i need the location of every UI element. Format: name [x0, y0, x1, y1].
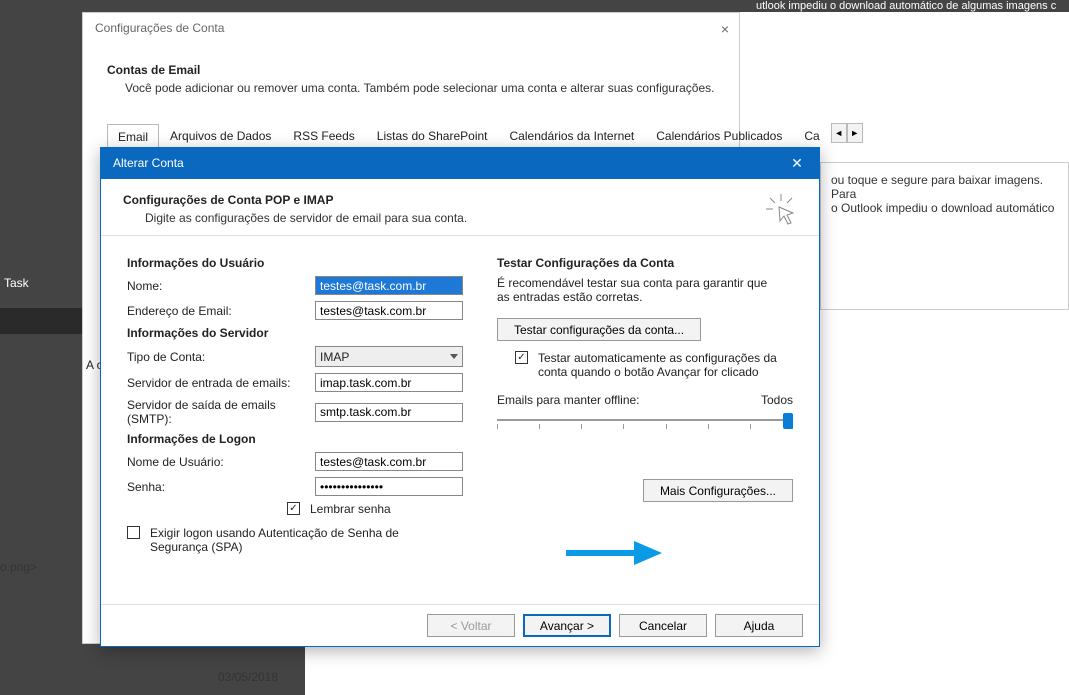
tab-overflow[interactable]: Ca — [793, 123, 830, 149]
tab-internet-cal[interactable]: Calendários da Internet — [499, 123, 646, 149]
account-settings-close-icon[interactable]: × — [721, 21, 729, 37]
left-selection-band — [0, 308, 82, 334]
pop-imap-subtext: Digite as configurações de servidor de e… — [123, 207, 797, 225]
input-incoming-server[interactable] — [315, 373, 463, 392]
section-server-info: Informações do Servidor — [127, 326, 463, 340]
label-incoming-server: Servidor de entrada de emails: — [127, 376, 315, 390]
label-spa: Exigir logon usando Autenticação de Senh… — [150, 526, 450, 554]
offline-label: Emails para manter offline: — [497, 393, 640, 407]
change-account-dialog: Alterar Conta ✕ Configurações de Conta P… — [100, 147, 820, 647]
tab-rss[interactable]: RSS Feeds — [282, 123, 365, 149]
input-username[interactable] — [315, 452, 463, 471]
offline-value: Todos — [761, 393, 793, 407]
select-tipo-conta: IMAP — [315, 346, 463, 367]
more-settings-button[interactable]: Mais Configurações... — [643, 479, 793, 502]
back-button: < Voltar — [427, 614, 515, 637]
date-label: 03/05/2018 — [218, 670, 278, 684]
checkbox-spa[interactable] — [127, 526, 140, 539]
account-tabs: Email Arquivos de Dados RSS Feeds Listas… — [107, 123, 715, 150]
cursor-click-icon — [763, 191, 799, 232]
section-user-info: Informações do Usuário — [127, 256, 463, 270]
download-warning-line1: ou toque e segure para baixar imagens. P… — [831, 173, 1058, 201]
label-nome: Nome: — [127, 279, 315, 293]
input-password[interactable] — [315, 477, 463, 496]
attachment-name: o.png> — [0, 560, 37, 574]
label-auto-test: Testar automaticamente as configurações … — [538, 351, 788, 379]
slider-thumb[interactable] — [783, 413, 793, 429]
download-warning-panel: ou toque e segure para baixar imagens. P… — [820, 162, 1069, 310]
dialog-title-bar: Alterar Conta ✕ — [101, 148, 819, 179]
pop-imap-heading: Configurações de Conta POP e IMAP — [123, 193, 797, 207]
offline-slider[interactable] — [497, 411, 793, 433]
annotation-arrow-icon — [564, 538, 664, 573]
next-button[interactable]: Avançar > — [523, 614, 611, 637]
checkbox-remember-password[interactable] — [287, 502, 300, 515]
input-outgoing-server[interactable] — [315, 403, 463, 422]
label-outgoing-server: Servidor de saída de emails (SMTP): — [127, 398, 315, 426]
label-password: Senha: — [127, 480, 315, 494]
input-endereco[interactable] — [315, 301, 463, 320]
select-tipo-value: IMAP — [320, 350, 349, 364]
left-column: Informações do Usuário Nome: Endereço de… — [127, 254, 463, 556]
section-test: Testar Configurações da Conta — [497, 256, 793, 270]
tab-data-files[interactable]: Arquivos de Dados — [159, 123, 282, 149]
input-nome[interactable] — [315, 276, 463, 295]
tab-sharepoint[interactable]: Listas do SharePoint — [366, 123, 499, 149]
checkbox-auto-test[interactable] — [515, 351, 528, 364]
account-settings-title: Configurações de Conta — [83, 13, 739, 43]
folder-task-label: Task — [4, 276, 29, 290]
help-button[interactable]: Ajuda — [715, 614, 803, 637]
section-logon-info: Informações de Logon — [127, 432, 463, 446]
top-warning-text: utlook impediu o download automático de … — [756, 0, 1056, 12]
accounts-subtext: Você pode adicionar ou remover uma conta… — [107, 77, 715, 95]
dialog-close-icon[interactable]: ✕ — [775, 148, 819, 179]
tab-published-cal[interactable]: Calendários Publicados — [645, 123, 793, 149]
app-dark-bg-left — [0, 0, 82, 695]
label-remember-password: Lembrar senha — [310, 502, 391, 516]
label-username: Nome de Usuário: — [127, 455, 315, 469]
tab-scroll-right-button[interactable]: ► — [847, 123, 863, 143]
label-endereco: Endereço de Email: — [127, 304, 315, 318]
tab-scroll-left-button[interactable]: ◄ — [831, 123, 847, 143]
label-tipo-conta: Tipo de Conta: — [127, 350, 315, 364]
dialog-title-text: Alterar Conta — [113, 156, 184, 170]
test-settings-button[interactable]: Testar configurações da conta... — [497, 318, 701, 341]
download-warning-line2: o Outlook impediu o download automático — [831, 201, 1058, 215]
accounts-header: Contas de Email — [107, 63, 715, 77]
right-column: Testar Configurações da Conta É recomend… — [497, 254, 793, 556]
chevron-down-icon — [450, 354, 458, 359]
cancel-button[interactable]: Cancelar — [619, 614, 707, 637]
dialog-footer: < Voltar Avançar > Cancelar Ajuda — [101, 604, 819, 646]
test-description: É recomendável testar sua conta para gar… — [497, 276, 777, 304]
